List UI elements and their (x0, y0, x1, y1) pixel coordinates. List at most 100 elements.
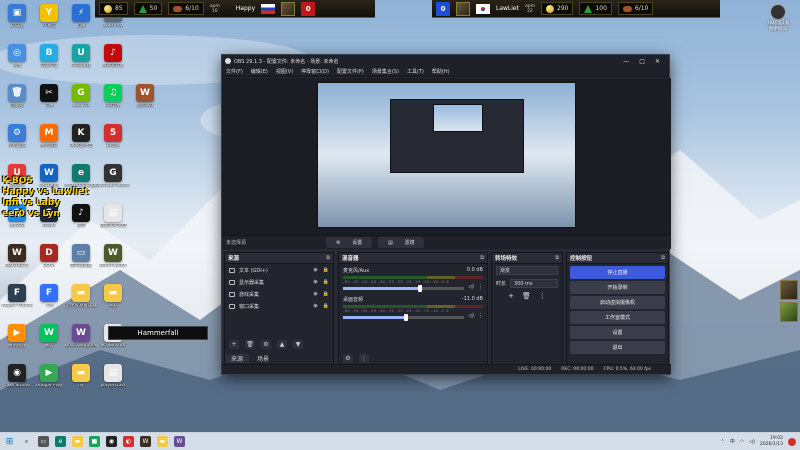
right-widget[interactable]: 7K标准2服 剩余时间 (762, 4, 794, 32)
control-button[interactable]: 工作室模式 (570, 311, 665, 324)
source-row[interactable]: 文本 (GDI+) ◉ 🔒 (225, 264, 333, 276)
desktop-icon[interactable]: B 哔哩哔哩 (32, 44, 66, 80)
desktop-icon[interactable]: F 飞书 (32, 284, 66, 320)
properties-button[interactable]: ⚙ 设置 (326, 237, 373, 248)
folder-icon[interactable]: ▬ (72, 436, 83, 447)
transition-select[interactable]: 渐变 (496, 266, 558, 275)
control-button[interactable]: 开始录制 (570, 281, 665, 294)
arrow-up-icon[interactable]: ▲ (277, 339, 287, 349)
trash-icon[interactable]: 🗑 (245, 339, 255, 349)
control-button[interactable]: 启动虚拟摄像机 (570, 296, 665, 309)
desktop-icon[interactable]: U UU加速器 (64, 44, 98, 80)
lock-icon[interactable]: 🔒 (323, 303, 329, 309)
source-row[interactable]: 窗口采集 ◉ 🔒 (225, 300, 333, 312)
eye-icon[interactable]: ◉ (313, 267, 317, 273)
obs-preview-canvas[interactable] (317, 82, 576, 228)
dock-menu-icon[interactable]: ⧉ (555, 255, 559, 262)
desktop-icon[interactable]: ▶ Google Play (32, 364, 66, 400)
lock-icon[interactable]: 🔒 (323, 291, 329, 297)
duration-input[interactable]: 300 ms (510, 279, 558, 288)
lock-icon[interactable]: 🔒 (323, 279, 329, 285)
tab-scenes[interactable]: 场景 (251, 354, 275, 363)
desktop-icon[interactable]: ▣ 此电脑 (0, 4, 34, 40)
desktop-icon[interactable]: ♪ 网易云音乐 (96, 44, 130, 80)
menu-item[interactable]: 帮助(H) (432, 68, 450, 75)
desktop-icon[interactable]: M 腾讯会议 (32, 124, 66, 160)
desktop-icon[interactable]: 5 52战网 (96, 124, 130, 160)
desktop-icon[interactable]: W Warcraft III (0, 244, 34, 280)
clock[interactable]: 19:02 2026/1/13 (760, 436, 783, 448)
warcraft-icon[interactable]: W (140, 436, 151, 447)
desktop-icon[interactable]: ◎ 网络 (0, 44, 34, 80)
dock-menu-icon[interactable]: ⧉ (326, 255, 330, 262)
control-button[interactable]: 停止直播 (570, 266, 665, 279)
desktop-icon[interactable]: ♫ QQ音乐 (96, 84, 130, 120)
desktop-icon[interactable]: G GeForce (64, 84, 98, 120)
gear-icon[interactable]: ⚙ (343, 353, 353, 363)
obs-titlebar[interactable]: OBS 29.1.3 - 配置文件: 未命名 - 场景: 未命名 — □ ✕ (222, 55, 669, 67)
obs-preview-area[interactable] (222, 78, 671, 235)
task-view-icon[interactable]: ▭ (38, 436, 49, 447)
trash-icon[interactable]: 🗑 (522, 292, 531, 300)
menu-item[interactable]: 配置文件(P) (337, 68, 364, 75)
lock-icon[interactable]: 🔒 (323, 267, 329, 273)
desktop-icon[interactable]: ▤ 新建文本文档 (96, 204, 130, 240)
obs-taskbar-icon[interactable]: ◉ (106, 436, 117, 447)
dock-menu-icon[interactable]: ⧉ (480, 255, 484, 262)
source-row[interactable]: 游戏采集 ◉ 🔒 (225, 288, 333, 300)
desktop-icon[interactable]: ▬ logs (96, 284, 130, 320)
notification-badge-icon[interactable] (788, 437, 796, 446)
desktop-icon[interactable]: D DOTA (32, 244, 66, 280)
maximize-icon[interactable]: □ (639, 58, 645, 65)
desktop-icon[interactable]: ▭ 显示器设置 (64, 244, 98, 280)
desktop-icon[interactable]: F Frozen Throne (0, 284, 34, 320)
control-button[interactable]: 退出 (570, 341, 665, 354)
speaker-icon[interactable]: ◁) (749, 439, 755, 445)
close-icon[interactable]: ✕ (655, 58, 660, 65)
desktop-icon[interactable]: Y YY语音 (32, 4, 66, 40)
desktop-icon[interactable]: ▤ playerstats (96, 364, 130, 400)
menu-item[interactable]: 文件(F) (226, 68, 243, 75)
tab-sources[interactable]: 来源 (225, 353, 250, 363)
w3c-icon[interactable]: W (174, 436, 185, 447)
filters-button[interactable]: ▤ 滤镜 (378, 237, 425, 248)
desktop-icon[interactable]: ▬ 文件资源管理器 (64, 284, 98, 320)
eye-icon[interactable]: ◉ (313, 303, 317, 309)
edge-icon[interactable]: e (55, 436, 66, 447)
app-icon[interactable]: ■ (89, 436, 100, 447)
desktop-icon[interactable]: ◉ OBS Studio (0, 364, 34, 400)
menu-item[interactable]: 场景集合(S) (372, 68, 399, 75)
menu-item[interactable]: 停靠窗口(D) (301, 68, 329, 75)
desktop-icon[interactable]: ⚙ 控制面板 (0, 124, 34, 160)
volume-slider[interactable] (343, 284, 465, 292)
eye-icon[interactable]: ◉ (313, 279, 317, 285)
desktop-icon[interactable]: G Glorious Model (96, 164, 130, 200)
wifi-icon[interactable]: ◠ (740, 439, 744, 445)
desktop-icon[interactable]: W World Editor (96, 244, 130, 280)
desktop-icon[interactable]: K KK对战平台 (64, 124, 98, 160)
desktop-icon[interactable]: ⚡ 迅雷 (64, 4, 98, 40)
add-icon[interactable]: + (229, 339, 239, 349)
gear-icon[interactable]: ⚙ (261, 339, 271, 349)
windows-start-icon[interactable]: ⊞ (4, 436, 15, 447)
speaker-icon[interactable]: ◁) (468, 313, 474, 319)
arrow-down-icon[interactable]: ▼ (293, 339, 303, 349)
minimize-icon[interactable]: — (623, 58, 629, 65)
desktop-icon[interactable]: W 网易游戏 (128, 84, 162, 120)
netease-icon[interactable]: ◐ (123, 436, 134, 447)
desktop-icon[interactable]: W 微信 (32, 324, 66, 360)
obs-window[interactable]: OBS 29.1.3 - 配置文件: 未命名 - 场景: 未命名 — □ ✕ 文… (221, 54, 671, 375)
source-row[interactable]: 显示器采集 ◉ 🔒 (225, 276, 333, 288)
eye-icon[interactable]: ◉ (313, 291, 317, 297)
add-icon[interactable]: + (508, 292, 514, 300)
kebab-icon[interactable]: ⋮ (478, 284, 483, 290)
menu-item[interactable]: 编辑(E) (251, 68, 268, 75)
search-icon[interactable]: ⌕ (21, 436, 32, 447)
kebab-icon[interactable]: ⋮ (359, 353, 369, 363)
input-language[interactable]: 中 (730, 438, 735, 445)
chevron-up-icon[interactable]: ⌃ (721, 439, 725, 445)
control-button[interactable]: 设置 (570, 326, 665, 339)
folder-icon[interactable]: ▬ (157, 436, 168, 447)
kebab-icon[interactable]: ⋮ (539, 292, 546, 300)
dock-menu-icon[interactable]: ⧉ (661, 255, 665, 262)
